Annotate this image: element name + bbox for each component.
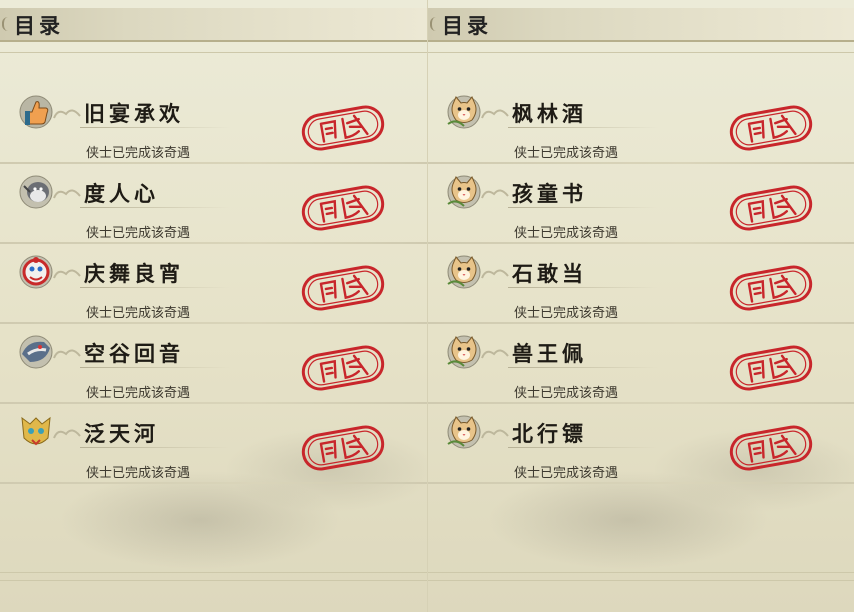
item-name: 孩童书 (512, 181, 587, 206)
item-status: 侠士已完成该奇遇 (514, 226, 619, 241)
cloud-ornament-icon (53, 189, 81, 199)
item-name: 兽王佩 (512, 341, 587, 366)
item-name: 庆舞良宵 (84, 261, 184, 286)
item-name: 北行镖 (512, 421, 587, 446)
list-item-adventure[interactable]: 枫林酒 侠士已完成该奇遇 (428, 84, 854, 164)
golden-mask-icon (16, 414, 56, 450)
divider (80, 367, 230, 368)
dragon-head-icon (16, 334, 56, 370)
completed-stamp-icon (725, 421, 817, 475)
catalog-title: 目录 (442, 13, 492, 38)
item-status: 侠士已完成该奇遇 (514, 386, 619, 401)
item-status: 侠士已完成该奇遇 (514, 466, 619, 481)
catalog-header: 目录 (428, 8, 854, 42)
completed-stamp-icon (725, 341, 817, 395)
catalog-panel-right: 目录 枫林酒 侠士已完成该奇遇 孩童书 侠士已完成该奇遇 石敢当 侠士已完成该奇… (427, 0, 854, 612)
divider (508, 367, 658, 368)
item-status: 侠士已完成该奇遇 (514, 146, 619, 161)
item-status: 侠士已完成该奇遇 (86, 386, 191, 401)
cat-icon (444, 174, 484, 210)
cat-icon (444, 414, 484, 450)
list-item-adventure[interactable]: 旧宴承欢 侠士已完成该奇遇 (0, 84, 427, 164)
catalog-panel-left: 目录 旧宴承欢 侠士已完成该奇遇 度人心 侠士已完成该奇遇 庆舞良宵 侠士已完成… (0, 0, 427, 612)
cat-icon (444, 254, 484, 290)
cloud-ornament-icon (481, 349, 509, 359)
list-item-adventure[interactable]: 泛天河 侠士已完成该奇遇 (0, 404, 427, 484)
item-name: 旧宴承欢 (84, 101, 184, 126)
cloud-ornament-icon (53, 269, 81, 279)
list-item-adventure[interactable]: 孩童书 侠士已完成该奇遇 (428, 164, 854, 244)
item-name: 石敢当 (512, 261, 587, 286)
item-status: 侠士已完成该奇遇 (86, 226, 191, 241)
list-item-adventure[interactable]: 空谷回音 侠士已完成该奇遇 (0, 324, 427, 404)
list-item-adventure[interactable]: 北行镖 侠士已完成该奇遇 (428, 404, 854, 484)
catalog-header: 目录 (0, 8, 427, 42)
divider (508, 447, 658, 448)
divider (80, 207, 230, 208)
cloud-ornament-icon (53, 429, 81, 439)
divider (508, 287, 658, 288)
list-item-adventure[interactable]: 兽王佩 侠士已完成该奇遇 (428, 324, 854, 404)
catalog-title: 目录 (14, 13, 64, 38)
cloud-ornament-icon (481, 269, 509, 279)
list-item-adventure[interactable]: 度人心 侠士已完成该奇遇 (0, 164, 427, 244)
divider (508, 127, 658, 128)
list-item-adventure[interactable]: 石敢当 侠士已完成该奇遇 (428, 244, 854, 324)
divider (428, 482, 854, 484)
completed-stamp-icon (297, 261, 389, 315)
item-name: 空谷回音 (84, 341, 184, 366)
item-status: 侠士已完成该奇遇 (86, 306, 191, 321)
cat-icon (444, 94, 484, 130)
divider (80, 287, 230, 288)
divider (0, 572, 427, 573)
completed-stamp-icon (725, 101, 817, 155)
list-item-adventure[interactable]: 庆舞良宵 侠士已完成该奇遇 (0, 244, 427, 324)
completed-stamp-icon (725, 261, 817, 315)
gray-bird-icon (16, 174, 56, 210)
cat-icon (444, 334, 484, 370)
completed-stamp-icon (725, 181, 817, 235)
completed-stamp-icon (297, 341, 389, 395)
completed-stamp-icon (297, 101, 389, 155)
completed-stamp-icon (297, 181, 389, 235)
divider (428, 580, 854, 581)
divider (428, 52, 854, 53)
divider (80, 127, 230, 128)
lion-dance-icon (16, 254, 56, 290)
completed-stamp-icon (297, 421, 389, 475)
item-name: 枫林酒 (512, 101, 587, 126)
cloud-ornament-icon (481, 109, 509, 119)
cloud-ornament-icon (53, 109, 81, 119)
divider (80, 447, 230, 448)
item-name: 度人心 (84, 181, 159, 206)
divider (508, 207, 658, 208)
divider (0, 580, 427, 581)
cloud-ornament-icon (481, 189, 509, 199)
divider (0, 52, 427, 53)
item-status: 侠士已完成该奇遇 (86, 146, 191, 161)
divider (428, 572, 854, 573)
thumbs-up-icon (16, 94, 56, 130)
item-name: 泛天河 (84, 421, 159, 446)
cloud-ornament-icon (53, 349, 81, 359)
item-status: 侠士已完成该奇遇 (514, 306, 619, 321)
item-status: 侠士已完成该奇遇 (86, 466, 191, 481)
cloud-ornament-icon (481, 429, 509, 439)
divider (0, 482, 427, 484)
